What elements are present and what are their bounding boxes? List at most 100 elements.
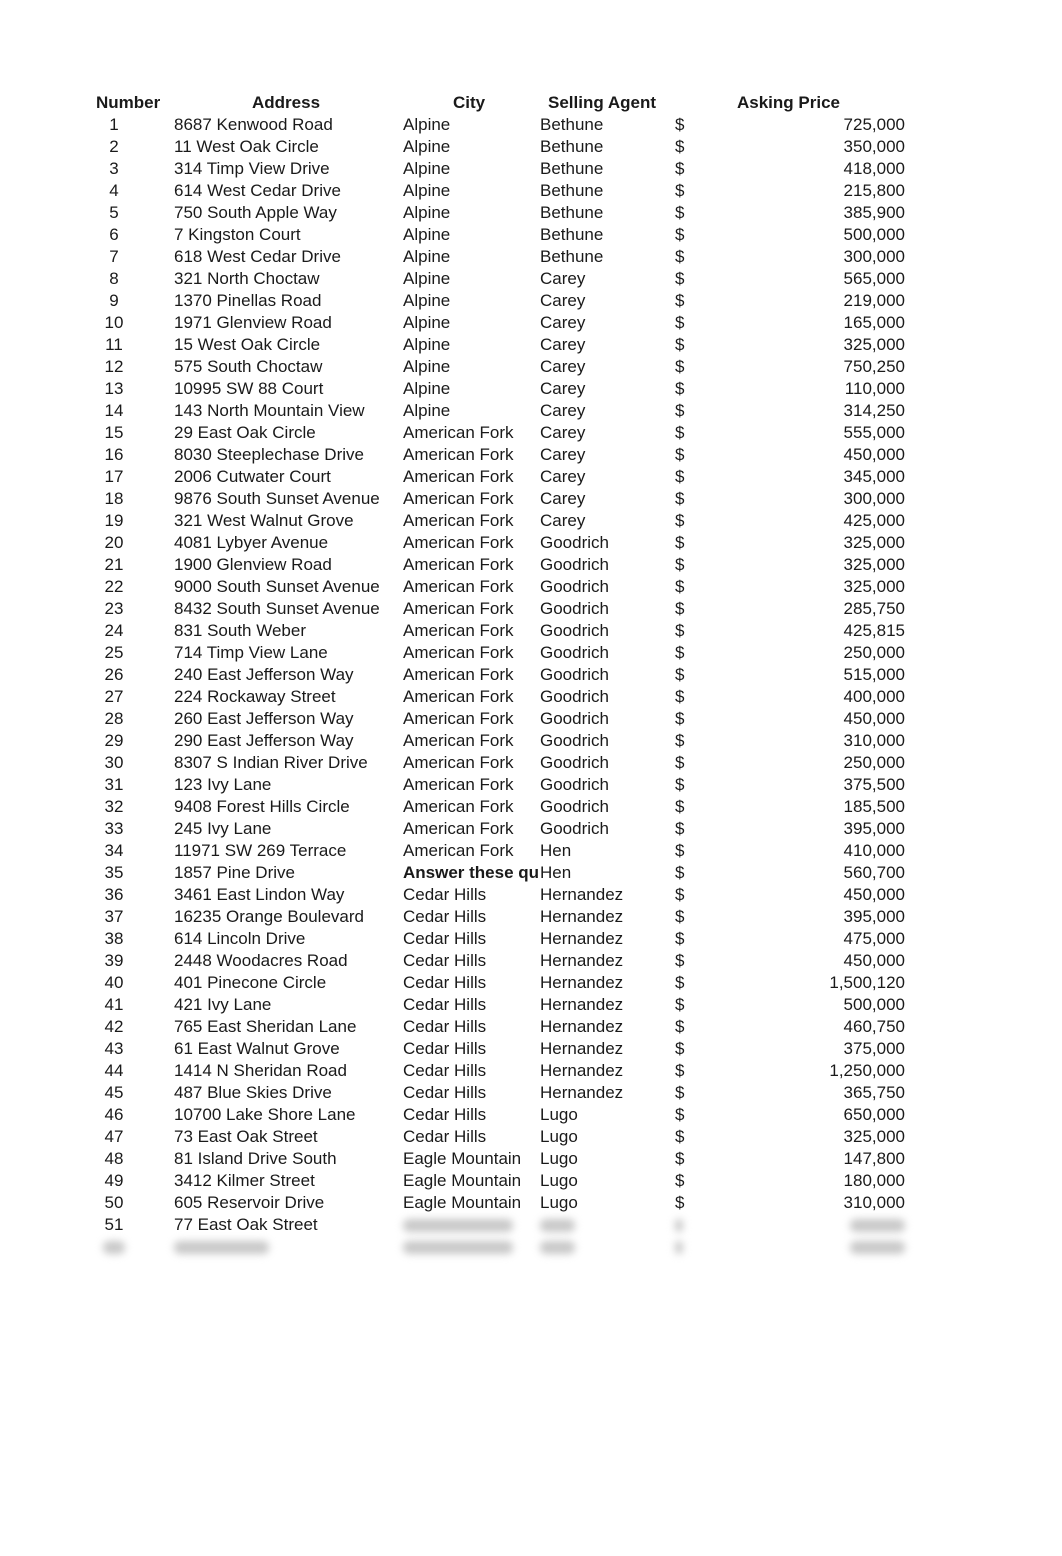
row-selling-agent[interactable]: Hernandez	[540, 906, 623, 928]
row-selling-agent[interactable]: Lugo	[540, 1104, 578, 1126]
row-address[interactable]: 9000 South Sunset Avenue	[174, 576, 380, 598]
row-city[interactable]: American Fork	[403, 752, 514, 774]
row-address[interactable]: 29 East Oak Circle	[174, 422, 316, 444]
row-selling-agent[interactable]: Hernandez	[540, 1060, 623, 1082]
row-asking-price[interactable]: 285,750	[740, 598, 905, 620]
row-number[interactable]: 26	[84, 664, 144, 686]
row-number[interactable]: 21	[84, 554, 144, 576]
row-number[interactable]: 41	[84, 994, 144, 1016]
row-number[interactable]: 5	[84, 202, 144, 224]
row-number[interactable]: 4	[84, 180, 144, 202]
row-city[interactable]: Cedar Hills	[403, 884, 486, 906]
row-city[interactable]: American Fork	[403, 576, 514, 598]
row-city[interactable]: American Fork	[403, 796, 514, 818]
row-number[interactable]: 18	[84, 488, 144, 510]
row-asking-price[interactable]: 500,000	[740, 224, 905, 246]
row-number[interactable]: 47	[84, 1126, 144, 1148]
row-address[interactable]: 1370 Pinellas Road	[174, 290, 321, 312]
row-number[interactable]: 39	[84, 950, 144, 972]
row-asking-price[interactable]: 725,000	[740, 114, 905, 136]
row-city[interactable]: Cedar Hills	[403, 928, 486, 950]
row-number[interactable]: 50	[84, 1192, 144, 1214]
row-address[interactable]: 487 Blue Skies Drive	[174, 1082, 332, 1104]
row-address[interactable]: 143 North Mountain View	[174, 400, 365, 422]
row-city[interactable]: Alpine	[403, 268, 450, 290]
row-asking-price[interactable]: 300,000	[740, 488, 905, 510]
row-selling-agent[interactable]: Hernandez	[540, 1016, 623, 1038]
row-selling-agent[interactable]: Carey	[540, 510, 585, 532]
row-city[interactable]: American Fork	[403, 554, 514, 576]
row-address[interactable]: 8687 Kenwood Road	[174, 114, 333, 136]
row-address[interactable]: 224 Rockaway Street	[174, 686, 336, 708]
row-selling-agent[interactable]: Carey	[540, 268, 585, 290]
row-asking-price[interactable]: 314,250	[740, 400, 905, 422]
row-selling-agent[interactable]: Hen	[540, 840, 571, 862]
row-selling-agent[interactable]: Bethune	[540, 224, 603, 246]
row-city[interactable]: Alpine	[403, 356, 450, 378]
row-selling-agent[interactable]: Bethune	[540, 158, 603, 180]
row-address[interactable]: 10995 SW 88 Court	[174, 378, 323, 400]
row-selling-agent[interactable]: Carey	[540, 356, 585, 378]
row-asking-price[interactable]: 300,000	[740, 246, 905, 268]
row-address[interactable]: 11 West Oak Circle	[174, 136, 319, 158]
row-city[interactable]: Cedar Hills	[403, 1082, 486, 1104]
row-city[interactable]: American Fork	[403, 686, 514, 708]
row-number[interactable]: 1	[84, 114, 144, 136]
row-number[interactable]: 15	[84, 422, 144, 444]
row-address[interactable]: 314 Timp View Drive	[174, 158, 330, 180]
row-number[interactable]: 32	[84, 796, 144, 818]
row-city[interactable]: Eagle Mountain	[403, 1148, 521, 1170]
row-selling-agent[interactable]: Hernandez	[540, 950, 623, 972]
row-number[interactable]: 30	[84, 752, 144, 774]
row-asking-price[interactable]: 375,500	[740, 774, 905, 796]
row-selling-agent[interactable]: Goodrich	[540, 686, 609, 708]
row-address[interactable]: 618 West Cedar Drive	[174, 246, 341, 268]
header-number[interactable]: Number	[96, 92, 160, 114]
row-asking-price[interactable]: 325,000	[740, 532, 905, 554]
row-selling-agent[interactable]: Goodrich	[540, 532, 609, 554]
row-number[interactable]: 19	[84, 510, 144, 532]
row-city[interactable]: Cedar Hills	[403, 906, 486, 928]
row-asking-price[interactable]: 450,000	[740, 950, 905, 972]
row-address[interactable]: 831 South Weber	[174, 620, 306, 642]
row-city[interactable]: Alpine	[403, 400, 450, 422]
row-selling-agent[interactable]: Goodrich	[540, 730, 609, 752]
row-city[interactable]: American Fork	[403, 840, 514, 862]
row-selling-agent[interactable]: Carey	[540, 444, 585, 466]
row-number[interactable]: 20	[84, 532, 144, 554]
row-city[interactable]: Alpine	[403, 334, 450, 356]
row-asking-price[interactable]: 500,000	[740, 994, 905, 1016]
row-selling-agent[interactable]: Hernandez	[540, 884, 623, 906]
row-number[interactable]: 38	[84, 928, 144, 950]
row-selling-agent[interactable]: Hernandez	[540, 1038, 623, 1060]
row-selling-agent[interactable]: Carey	[540, 400, 585, 422]
row-city[interactable]: American Fork	[403, 532, 514, 554]
row-address[interactable]: 3412 Kilmer Street	[174, 1170, 315, 1192]
row-asking-price[interactable]: 425,000	[740, 510, 905, 532]
row-city[interactable]: American Fork	[403, 444, 514, 466]
row-selling-agent[interactable]: Carey	[540, 378, 585, 400]
row-selling-agent[interactable]: Hen	[540, 862, 571, 884]
row-selling-agent[interactable]: Carey	[540, 422, 585, 444]
row-address[interactable]: 1971 Glenview Road	[174, 312, 332, 334]
row-city[interactable]: Alpine	[403, 378, 450, 400]
row-city[interactable]: Alpine	[403, 180, 450, 202]
row-city[interactable]: Alpine	[403, 114, 450, 136]
row-city[interactable]: Alpine	[403, 312, 450, 334]
row-selling-agent[interactable]: Goodrich	[540, 664, 609, 686]
row-asking-price[interactable]: 310,000	[740, 1192, 905, 1214]
row-address[interactable]: 61 East Walnut Grove	[174, 1038, 340, 1060]
row-selling-agent[interactable]: Goodrich	[540, 576, 609, 598]
row-asking-price[interactable]: 325,000	[740, 554, 905, 576]
row-city[interactable]: American Fork	[403, 642, 514, 664]
row-city[interactable]: Cedar Hills	[403, 1126, 486, 1148]
row-selling-agent[interactable]: Lugo	[540, 1148, 578, 1170]
row-city[interactable]: American Fork	[403, 620, 514, 642]
row-number[interactable]: 44	[84, 1060, 144, 1082]
row-number[interactable]: 35	[84, 862, 144, 884]
row-address[interactable]: 2006 Cutwater Court	[174, 466, 331, 488]
row-address[interactable]: 15 West Oak Circle	[174, 334, 320, 356]
row-city[interactable]: Alpine	[403, 136, 450, 158]
row-city[interactable]: American Fork	[403, 818, 514, 840]
row-asking-price[interactable]: 475,000	[740, 928, 905, 950]
